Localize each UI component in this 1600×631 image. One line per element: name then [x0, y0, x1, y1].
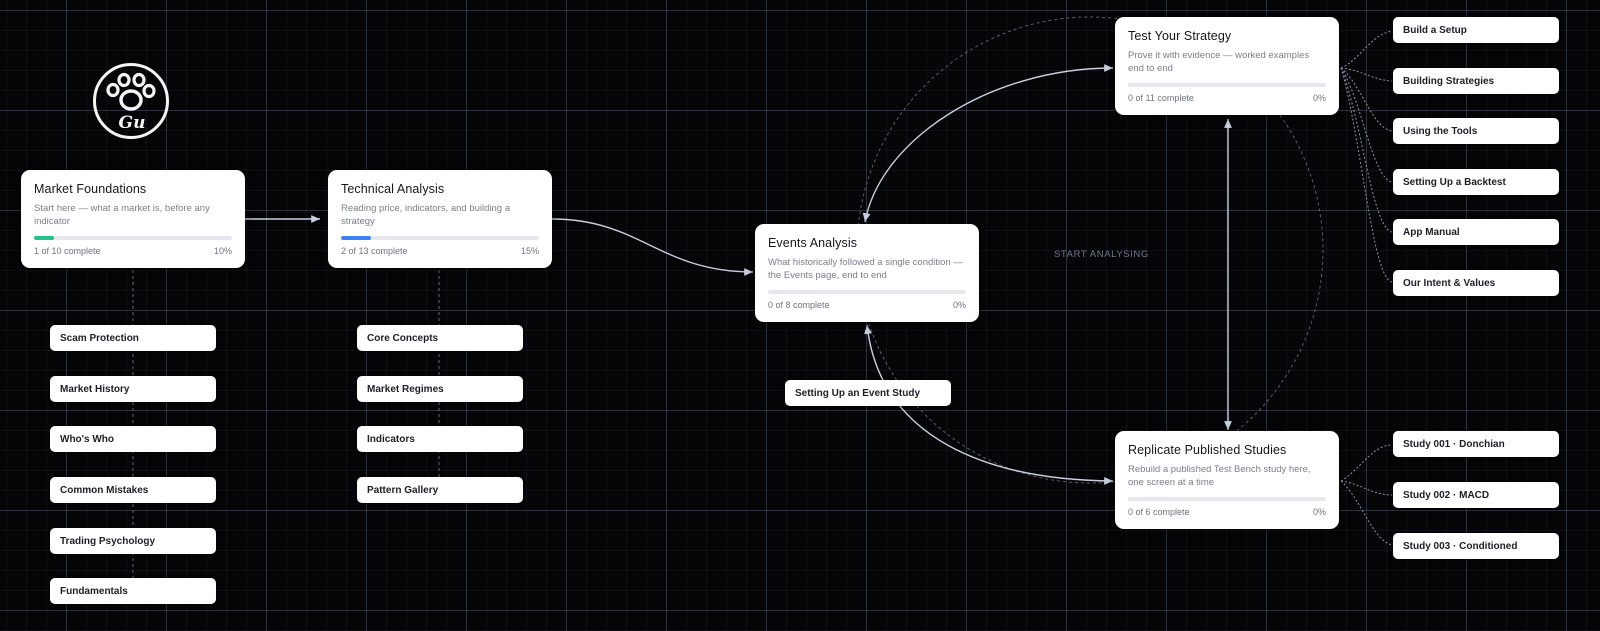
progress-count: 0 of 11 complete [1128, 93, 1194, 103]
progress-count: 1 of 10 complete [34, 246, 101, 256]
topic-market-history[interactable]: Market History [50, 376, 216, 402]
card-events-analysis[interactable]: Events Analysis What historically follow… [755, 224, 979, 322]
progress-track [1128, 497, 1326, 501]
topic-study-003-conditioned[interactable]: Study 003 · Conditioned [1393, 533, 1559, 559]
topic-using-the-tools[interactable]: Using the Tools [1393, 118, 1559, 144]
topic-trading-psychology[interactable]: Trading Psychology [50, 528, 216, 554]
topic-setting-up-a-backtest[interactable]: Setting Up a Backtest [1393, 169, 1559, 195]
topic-building-strategies[interactable]: Building Strategies [1393, 68, 1559, 94]
start-analysing-label: START ANALYSING [1054, 249, 1149, 260]
card-title: Events Analysis [768, 236, 858, 250]
topic-core-concepts[interactable]: Core Concepts [357, 325, 523, 351]
progress-percent: 10% [213, 246, 232, 256]
progress-track [1128, 83, 1326, 87]
topic-study-001-donchian[interactable]: Study 001 · Donchian [1393, 431, 1559, 457]
progress-track [768, 290, 966, 294]
card-technical-analysis[interactable]: Technical Analysis Reading price, indica… [328, 170, 552, 268]
card-title: Technical Analysis [341, 182, 445, 196]
progress-track [34, 236, 232, 240]
topic-indicators[interactable]: Indicators [357, 426, 523, 452]
card-title: Test Your Strategy [1128, 29, 1232, 43]
study-branches [1340, 444, 1393, 546]
topic-whos-who[interactable]: Who's Who [50, 426, 216, 452]
card-description: Start here — what a market is, before an… [34, 203, 210, 227]
topic-scam-protection[interactable]: Scam Protection [50, 325, 216, 351]
card-title: Market Foundations [34, 182, 147, 196]
card-test-your-strategy[interactable]: Test Your Strategy Prove it with evidenc… [1115, 17, 1339, 115]
edge-events-strategy [862, 64, 1114, 223]
card-description: Prove it with evidence — worked examples… [1128, 50, 1310, 74]
progress-percent: 15% [520, 246, 539, 256]
progress-track [341, 236, 539, 240]
topic-pattern-gallery[interactable]: Pattern Gallery [357, 477, 523, 503]
card-description: What historically followed a single cond… [768, 257, 963, 281]
brand-logo: Gu [93, 63, 169, 139]
progress-percent: 0% [1312, 93, 1326, 103]
progress-percent: 0% [952, 300, 966, 310]
progress-count: 0 of 6 complete [1128, 507, 1190, 517]
logo-text: Gu [119, 113, 146, 133]
card-description: Rebuild a published Test Bench study her… [1128, 464, 1311, 488]
progress-count: 2 of 13 complete [341, 246, 408, 256]
progress-count: 0 of 8 complete [768, 300, 830, 310]
strategy-branches [1340, 30, 1393, 283]
card-description: Reading price, indicators, and building … [341, 203, 510, 227]
topic-setting-up-event-study[interactable]: Setting Up an Event Study [785, 380, 951, 406]
topic-common-mistakes[interactable]: Common Mistakes [50, 477, 216, 503]
paw-icon: Gu [106, 72, 156, 133]
topic-app-manual[interactable]: App Manual [1393, 219, 1559, 245]
topic-market-regimes[interactable]: Market Regimes [357, 376, 523, 402]
topic-study-002-macd[interactable]: Study 002 · MACD [1393, 482, 1559, 508]
card-replicate-published-studies[interactable]: Replicate Published Studies Rebuild a pu… [1115, 431, 1339, 529]
learning-map-canvas[interactable]: Gu START ANALYSING Market Foundations St… [0, 0, 1600, 631]
edge-technical-events [551, 218, 754, 276]
progress-percent: 0% [1312, 507, 1326, 517]
topic-our-intent-values[interactable]: Our Intent & Values [1393, 270, 1559, 296]
topic-build-a-setup[interactable]: Build a Setup [1393, 17, 1559, 43]
card-market-foundations[interactable]: Market Foundations Start here — what a m… [21, 170, 245, 268]
progress-fill [341, 236, 371, 240]
card-title: Replicate Published Studies [1128, 443, 1287, 457]
progress-fill [34, 236, 54, 240]
topic-fundamentals[interactable]: Fundamentals [50, 578, 216, 604]
